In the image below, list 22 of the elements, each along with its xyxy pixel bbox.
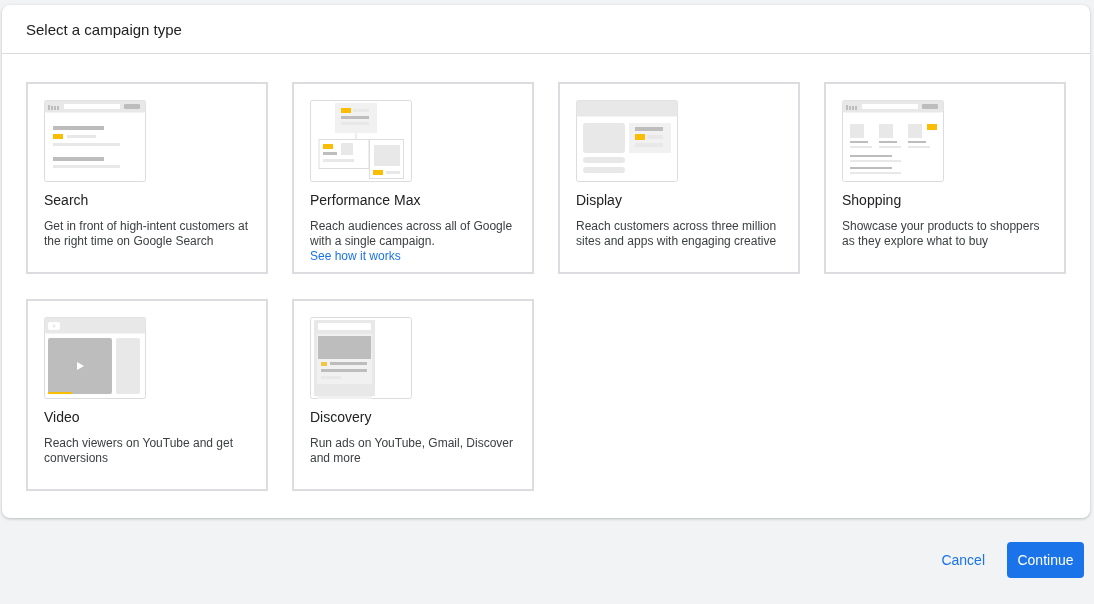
dialog-title: Select a campaign type (26, 20, 182, 38)
campaign-type-title: Video (44, 409, 81, 427)
campaign-type-description: Get in front of high-intent customers at the right time on Google Search (44, 219, 250, 249)
campaign-type-title: Display (576, 192, 623, 210)
campaign-type-description: Reach audiences across all of Google with a single campaign. See how it works (310, 219, 514, 264)
campaign-type-title: Shopping (842, 192, 903, 210)
campaign-type-card[interactable]: Discovery Run ads on YouTube, Gmail, Discover and more (292, 299, 534, 491)
campaign-type-card[interactable]: Performance Max Reach audiences across all of Google with a single campaign. See how it works (292, 82, 534, 274)
cancel-button[interactable]: Cancel (933, 542, 993, 578)
campaign-type-title: Search (44, 192, 90, 210)
see-how-it-works-link[interactable]: See how it works (310, 249, 401, 263)
campaign-type-card[interactable]: Search Get in front of high-intent customers at the right time on Google Search (26, 82, 268, 274)
campaign-type-card[interactable]: Video Reach viewers on YouTube and get conversions (26, 299, 268, 491)
campaign-type-description: Run ads on YouTube, Gmail, Discover and more (310, 436, 514, 466)
campaign-type-description: Showcase your products to shoppers as they explore what to buy (842, 219, 1041, 249)
campaign-type-card[interactable]: Display Reach customers across three million sites and apps with engaging creative (558, 82, 800, 274)
campaign-type-title: Performance Max (310, 192, 422, 210)
campaign-type-title: Discovery (310, 409, 373, 427)
continue-button[interactable]: Continue (1007, 542, 1084, 578)
campaign-type-card[interactable]: Shopping Showcase your products to shoppers as they explore what to buy (824, 82, 1066, 274)
campaign-type-description: Reach customers across three million sites and apps with engaging creative (576, 219, 778, 249)
campaign-type-description: Reach viewers on YouTube and get conversions (44, 436, 235, 466)
